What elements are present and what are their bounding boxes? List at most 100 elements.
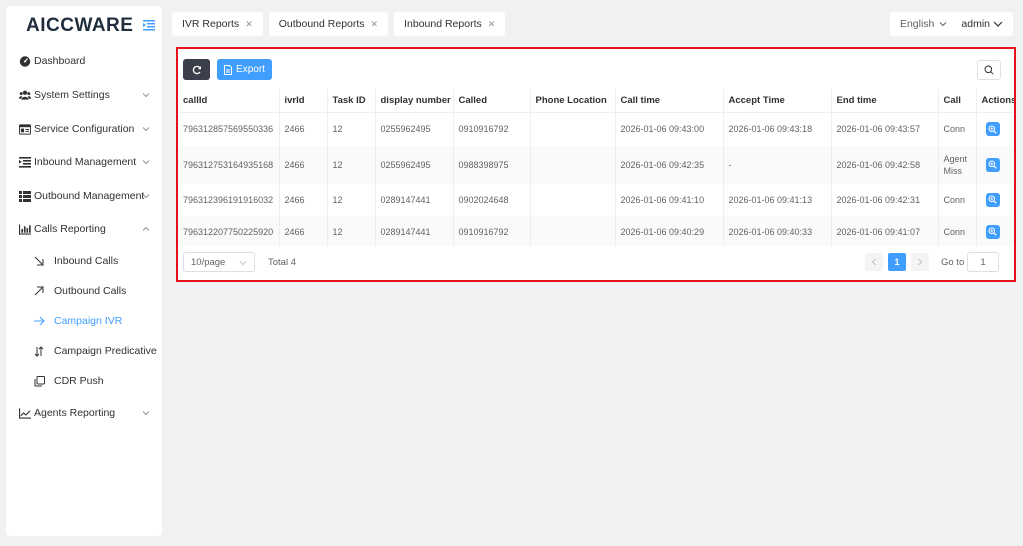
bar-chart-icon	[19, 223, 31, 235]
table-cell: 2026-01-06 09:40:33	[723, 216, 832, 246]
table-header-row: callId ivrId Task ID display number Call…	[178, 89, 1014, 113]
actions-cell	[976, 112, 1014, 146]
sidebar-item-outbound-management[interactable]: Outbound Management	[6, 186, 162, 206]
table-cell: 796312857569550336	[178, 112, 280, 146]
chevron-right-icon	[917, 258, 923, 266]
column-header[interactable]: ivrId	[279, 89, 328, 113]
goto-value: 1	[980, 256, 986, 268]
column-header[interactable]: callId	[178, 89, 280, 113]
column-header[interactable]: Phone Location	[530, 89, 616, 113]
sidebar-item-agents-reporting[interactable]: Agents Reporting	[6, 403, 162, 423]
table-cell	[530, 184, 616, 216]
table-cell: 12	[327, 146, 376, 184]
table-cell: 2026-01-06 09:42:31	[831, 184, 939, 216]
sidebar-item-calls-reporting[interactable]: Calls Reporting	[6, 219, 162, 239]
table-cell: 2026-01-06 09:40:29	[615, 216, 724, 246]
sidebar-subitem-inbound-calls[interactable]: Inbound Calls	[6, 251, 162, 271]
table-cell: Agent Miss	[938, 146, 977, 184]
column-header: Actions	[976, 89, 1014, 113]
tab-outbound-reports[interactable]: Outbound Reports ✕	[268, 12, 389, 36]
table-cell: 12	[327, 216, 376, 246]
sidebar: AICCWARE Dashboard System Settings Servi…	[6, 6, 162, 536]
logo-row: AICCWARE	[6, 6, 162, 46]
sidebar-item-label: Outbound Management	[34, 190, 145, 202]
column-header[interactable]: End time	[831, 89, 939, 113]
chevron-down-icon	[939, 20, 947, 28]
table-cell: 796312207750225920	[178, 216, 280, 246]
view-detail-button[interactable]	[985, 157, 1000, 172]
table-cell: 0289147441	[375, 216, 454, 246]
calls-table: callId ivrId Task ID display number Call…	[178, 89, 1014, 246]
table-cell	[530, 146, 616, 184]
sidebar-item-label: Service Configuration	[34, 123, 135, 135]
close-icon[interactable]: ✕	[371, 19, 379, 30]
tab-label: IVR Reports	[182, 18, 240, 30]
report-panel: Export callId ivrId Task ID display numb…	[176, 47, 1016, 282]
table-cell: 2026-01-06 09:43:18	[723, 112, 832, 146]
sidebar-subitem-campaign-ivr[interactable]: Campaign IVR	[6, 311, 162, 331]
close-icon[interactable]: ✕	[488, 19, 496, 30]
table-cell: 0289147441	[375, 184, 454, 216]
arrow-right-icon	[33, 315, 45, 327]
total-count: Total 4	[268, 257, 296, 268]
view-detail-button[interactable]	[985, 122, 1000, 136]
close-icon[interactable]: ✕	[245, 19, 253, 30]
sidebar-item-dashboard[interactable]: Dashboard	[6, 51, 162, 71]
language-select[interactable]: English	[900, 18, 947, 30]
sidebar-item-service-configuration[interactable]: Service Configuration	[6, 119, 162, 139]
line-chart-icon	[19, 407, 31, 419]
table-cell: 2026-01-06 09:42:58	[831, 146, 939, 184]
pagination: 10/page Total 4 1 Go to 1	[178, 250, 1014, 276]
actions-cell	[976, 146, 1014, 184]
column-header[interactable]: Call time	[615, 89, 724, 113]
export-label: Export	[236, 64, 265, 75]
column-header[interactable]: Accept Time	[723, 89, 832, 113]
user-bar: English admin	[889, 12, 1013, 36]
user-menu[interactable]: admin	[961, 18, 1003, 30]
search-toggle-button[interactable]	[977, 60, 1001, 80]
table-cell: 0902024648	[453, 184, 531, 216]
view-detail-button[interactable]	[985, 224, 1000, 239]
actions-cell	[976, 184, 1014, 216]
search-icon	[984, 65, 994, 75]
sidebar-item-label: Calls Reporting	[34, 223, 106, 235]
tab-label: Inbound Reports	[404, 18, 482, 30]
document-icon	[224, 64, 233, 75]
sidebar-item-system-settings[interactable]: System Settings	[6, 85, 162, 105]
table-cell: 12	[327, 184, 376, 216]
tab-inbound-reports[interactable]: Inbound Reports ✕	[394, 12, 506, 36]
sidebar-subitem-label: Inbound Calls	[54, 255, 119, 267]
sidebar-item-inbound-management[interactable]: Inbound Management	[6, 152, 162, 172]
column-header[interactable]: Called	[453, 89, 531, 113]
page-size-value: 10/page	[191, 256, 226, 268]
sidebar-subitem-campaign-predicative[interactable]: Campaign Predicative	[6, 341, 162, 361]
page-number-button[interactable]: 1	[888, 253, 906, 271]
prev-page-button[interactable]	[865, 253, 883, 271]
export-button[interactable]: Export	[217, 59, 272, 80]
column-header[interactable]: display number	[375, 89, 454, 113]
sidebar-item-label: System Settings	[34, 89, 110, 101]
goto-label: Go to	[941, 257, 965, 268]
chevron-down-icon	[142, 191, 150, 199]
refresh-button[interactable]	[183, 59, 210, 80]
page-size-select[interactable]: 10/page	[183, 252, 255, 272]
copy-icon	[33, 375, 45, 387]
zoom-in-icon	[988, 195, 997, 204]
arrow-down-right-icon	[33, 255, 45, 267]
table-row: 796312857569550336 2466 12 0255962495 09…	[178, 112, 1014, 146]
table-cell: 2466	[279, 112, 328, 146]
table-cell: 796312396191916032	[178, 184, 280, 216]
column-header[interactable]: Call	[938, 89, 977, 113]
table-cell: 0988398975	[453, 146, 531, 184]
goto-page-input[interactable]: 1	[967, 252, 999, 272]
menu-collapse-icon[interactable]	[143, 19, 155, 31]
arrows-updown-icon	[33, 345, 45, 357]
sidebar-subitem-cdr-push[interactable]: CDR Push	[6, 371, 162, 391]
next-page-button[interactable]	[911, 253, 929, 271]
view-detail-button[interactable]	[985, 192, 1000, 207]
sidebar-subitem-outbound-calls[interactable]: Outbound Calls	[6, 281, 162, 301]
tab-ivr-reports[interactable]: IVR Reports ✕	[172, 12, 263, 36]
indent-icon	[19, 156, 31, 168]
column-header[interactable]: Task ID	[327, 89, 376, 113]
sidebar-item-label: Dashboard	[34, 55, 86, 67]
